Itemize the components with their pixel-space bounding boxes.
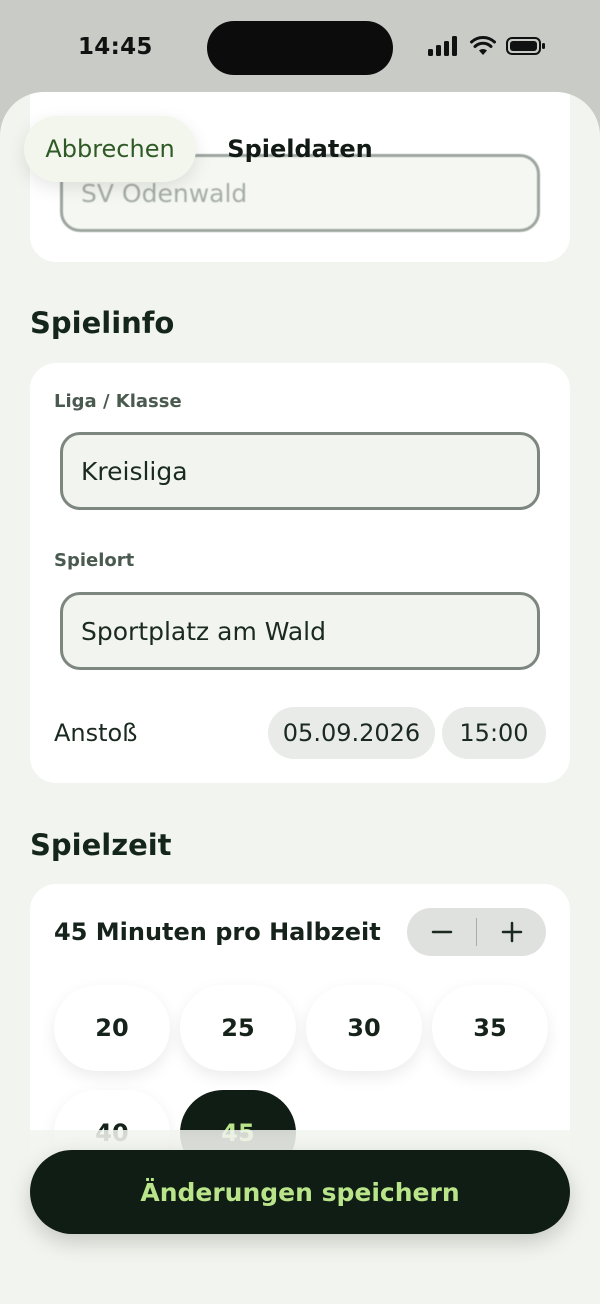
minutes-stepper <box>407 908 546 956</box>
duration-option-20[interactable]: 20 <box>54 985 170 1071</box>
kickoff-time-button[interactable]: 15:00 <box>442 707 546 759</box>
cancel-button[interactable]: Abbrechen <box>24 116 196 182</box>
league-field[interactable]: Kreisliga <box>60 432 540 510</box>
duration-option-25[interactable]: 25 <box>180 985 296 1071</box>
plus-icon <box>501 921 522 943</box>
section-title-spielzeit: Spielzeit <box>30 828 172 862</box>
minus-icon <box>431 930 452 934</box>
duration-option-30[interactable]: 30 <box>306 985 422 1071</box>
edit-sheet: SV Odenwald Spieldaten Abbrechen Spielin… <box>0 92 600 1304</box>
increment-button[interactable] <box>477 908 546 956</box>
status-time: 14:45 <box>78 34 153 60</box>
wifi-icon <box>470 36 496 55</box>
cellular-signal-icon <box>428 36 457 56</box>
kickoff-label: Anstoß <box>54 719 138 747</box>
duration-option-35[interactable]: 35 <box>432 985 548 1071</box>
minutes-per-half-label: 45 Minuten pro Halbzeit <box>54 918 381 946</box>
dynamic-island <box>207 21 393 75</box>
venue-label: Spielort <box>54 550 135 571</box>
battery-icon <box>506 37 545 55</box>
status-bar: 14:45 <box>0 0 600 92</box>
section-title-spielinfo: Spielinfo <box>30 306 175 340</box>
spielinfo-card: Liga / Klasse Kreisliga Spielort Sportpl… <box>30 363 570 783</box>
save-changes-button[interactable]: Änderungen speichern <box>30 1150 570 1234</box>
league-label: Liga / Klasse <box>54 391 182 412</box>
decrement-button[interactable] <box>407 908 476 956</box>
kickoff-date-button[interactable]: 05.09.2026 <box>268 707 435 759</box>
status-icons <box>428 36 546 56</box>
venue-field[interactable]: Sportplatz am Wald <box>60 592 540 670</box>
